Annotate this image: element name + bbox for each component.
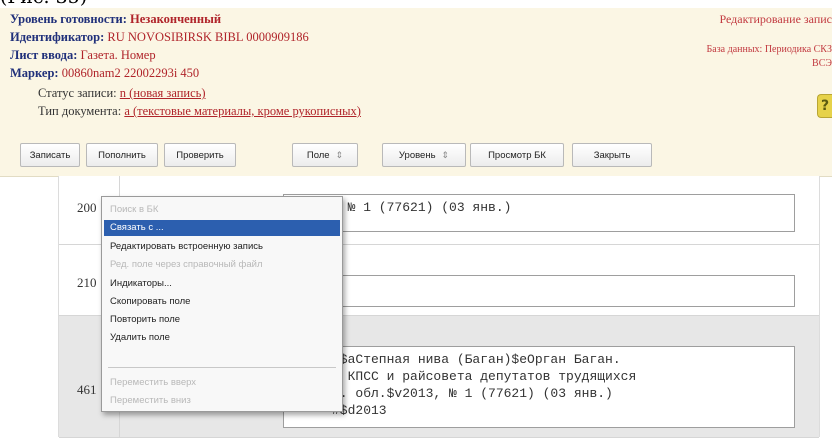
menu-item-repeat-field[interactable]: Повторить поле xyxy=(104,312,340,328)
identifier-label: Идентификатор: xyxy=(10,30,105,44)
field-tag: 461 xyxy=(77,382,97,397)
check-button-label: Проверить xyxy=(176,149,224,161)
check-button[interactable]: Проверить xyxy=(164,143,236,167)
field-dropdown-label: Поле xyxy=(306,149,330,161)
menu-separator xyxy=(108,367,336,368)
close-button[interactable]: Закрыть xyxy=(572,143,652,167)
readiness-label: Уровень готовности: xyxy=(10,12,127,26)
save-button[interactable]: Записать xyxy=(20,143,80,167)
field-value-461[interactable]: #$aСтепная нива (Баган)$eОрган Баган. а … xyxy=(283,346,795,428)
input-sheet-value: Газета. Номер xyxy=(80,48,156,62)
record-status-line: Статус записи: n (новая запись) xyxy=(38,86,206,101)
field-tag: 200 xyxy=(77,200,97,215)
chevron-updown-icon: ⇕ xyxy=(441,149,450,160)
input-sheet-label: Лист ввода: xyxy=(10,48,78,62)
readiness-value: Незаконченный xyxy=(130,12,222,26)
readiness-line: Уровень готовности: Незаконченный xyxy=(10,12,221,27)
database-line-2: ВСЭ xyxy=(812,58,832,69)
level-dropdown[interactable]: Уровень ⇕ xyxy=(382,143,466,167)
input-sheet-line: Лист ввода: Газета. Номер xyxy=(10,48,156,63)
doc-type-link[interactable]: a (текстовые материалы, кроме рукописных… xyxy=(124,104,361,118)
chevron-updown-icon: ⇕ xyxy=(335,149,344,160)
field-value-200[interactable]: , № 1 (77621) (03 янв.) xyxy=(283,194,795,232)
field-tag: 210 xyxy=(77,275,97,290)
field-dropdown[interactable]: Поле ⇕ xyxy=(292,143,358,167)
save-as-button-label: Пополнить xyxy=(98,149,146,161)
marker-line: Маркер: 00860nam2 22002293i 450 xyxy=(10,66,199,81)
record-status-label: Статус записи: xyxy=(38,86,117,100)
close-button-label: Закрыть xyxy=(593,149,631,161)
view-bk-button[interactable]: Просмотр БК xyxy=(470,143,564,167)
help-icon[interactable]: ? xyxy=(817,94,832,118)
edit-record-title: Редактирование запис xyxy=(719,12,832,26)
menu-item-copy-field[interactable]: Скопировать поле xyxy=(104,294,340,310)
save-as-button[interactable]: Пополнить xyxy=(86,143,158,167)
menu-item-indicators[interactable]: Индикаторы... xyxy=(104,276,340,292)
marker-label: Маркер: xyxy=(10,66,59,80)
view-bk-button-label: Просмотр БК xyxy=(488,149,546,161)
menu-item-search-bk: Поиск в БК xyxy=(110,204,159,215)
menu-item-edit-embedded[interactable]: Редактировать встроенную запись xyxy=(104,239,340,255)
menu-item-move-down: Переместить вниз xyxy=(110,395,191,406)
field-context-menu: Поиск в БК Связать с ... Редактировать в… xyxy=(101,196,343,412)
figure-caption: (Рис. 35) xyxy=(0,0,87,8)
identifier-value: RU NOVOSIBIRSK BIBL 0000909186 xyxy=(107,30,309,44)
field-value-210[interactable] xyxy=(283,275,795,307)
save-button-label: Записать xyxy=(29,149,71,161)
marker-value: 00860nam2 22002293i 450 xyxy=(61,66,200,80)
doc-type-line: Тип документа: a (текстовые материалы, к… xyxy=(38,104,361,119)
menu-item-delete-field[interactable]: Удалить поле xyxy=(104,330,340,346)
record-status-link[interactable]: n (новая запись) xyxy=(120,86,206,100)
menu-item-link-with[interactable]: Связать с ... xyxy=(104,220,340,236)
level-dropdown-label: Уровень xyxy=(398,149,436,161)
identifier-line: Идентификатор: RU NOVOSIBIRSK BIBL 00009… xyxy=(10,30,309,45)
doc-type-label: Тип документа: xyxy=(38,104,122,118)
database-line: База данных: Периодика СКЗ xyxy=(706,44,832,55)
menu-item-edit-via-reference: Ред. поле через справочный файл xyxy=(110,259,263,270)
menu-item-move-up: Переместить вверх xyxy=(110,377,197,388)
